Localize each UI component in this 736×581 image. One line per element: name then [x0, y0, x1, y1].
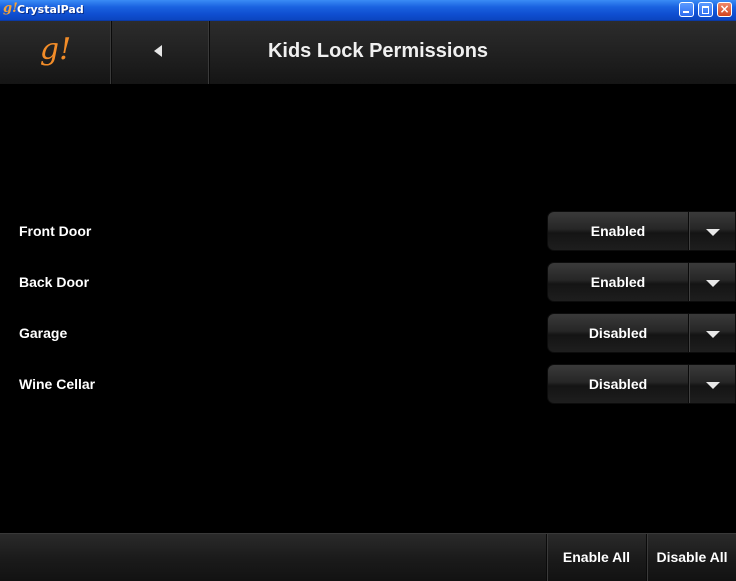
page-title: Kids Lock Permissions: [267, 40, 489, 62]
app-logo-icon: g!: [3, 1, 18, 16]
back-arrow-icon: [154, 45, 162, 57]
dropdown-divider: [688, 314, 689, 352]
lock-label-back-door: Back Door: [19, 274, 90, 290]
footer-bar: Enable All Disable All: [0, 533, 736, 581]
logo-cell: g!: [0, 21, 112, 84]
chevron-down-icon: [706, 382, 720, 389]
lock-select-value: Disabled: [588, 376, 648, 392]
chevron-down-icon: [706, 280, 720, 287]
disable-all-button[interactable]: Disable All: [646, 534, 736, 581]
window-title: CrystalPad: [17, 3, 84, 16]
lock-label-front-door: Front Door: [19, 223, 92, 239]
dropdown-divider: [688, 365, 689, 403]
enable-all-button[interactable]: Enable All: [546, 534, 646, 581]
back-button[interactable]: [112, 21, 210, 84]
chevron-down-icon: [706, 331, 720, 338]
maximize-icon: [699, 3, 712, 16]
chevron-down-icon: [706, 229, 720, 236]
dropdown-divider: [688, 212, 689, 250]
lock-label-garage: Garage: [19, 325, 68, 341]
lock-select-value: Disabled: [588, 325, 648, 341]
app-window: g! CrystalPad × g! Kids Lock Permissions…: [0, 0, 736, 581]
lock-select-value: Enabled: [590, 274, 646, 290]
lock-select-front-door[interactable]: Enabled: [547, 211, 736, 251]
lock-select-back-door[interactable]: Enabled: [547, 262, 736, 302]
close-button[interactable]: ×: [717, 2, 732, 17]
close-icon: ×: [719, 2, 730, 16]
lock-label-wine-cellar: Wine Cellar: [19, 376, 96, 392]
dropdown-divider: [688, 263, 689, 301]
brand-logo: g!: [39, 32, 72, 67]
lock-select-value: Enabled: [590, 223, 646, 239]
lock-select-wine-cellar[interactable]: Disabled: [547, 364, 736, 404]
maximize-button[interactable]: [698, 2, 713, 17]
lock-select-garage[interactable]: Disabled: [547, 313, 736, 353]
window-titlebar[interactable]: g! CrystalPad ×: [0, 0, 736, 21]
minimize-button[interactable]: [679, 2, 694, 17]
minimize-icon: [680, 3, 693, 16]
